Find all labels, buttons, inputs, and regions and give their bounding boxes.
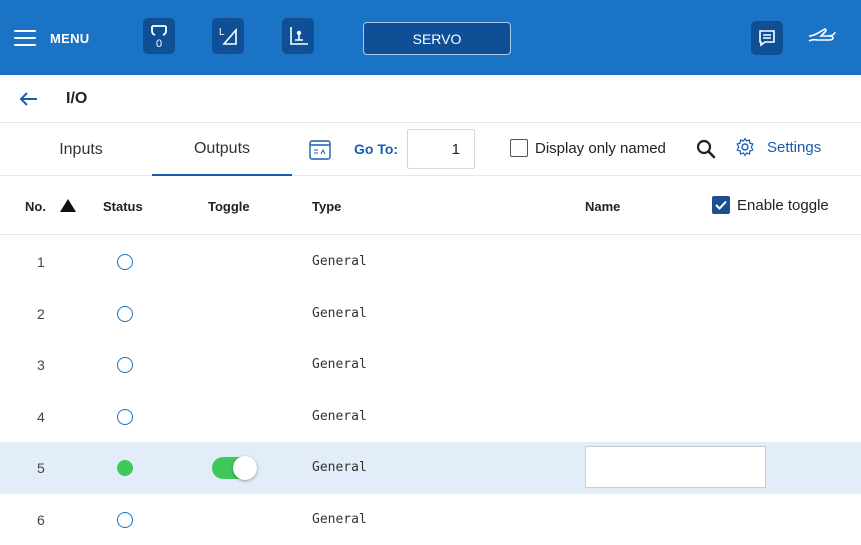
goto-label: Go To: <box>354 141 398 157</box>
page-title: I/O <box>66 90 87 108</box>
menu-button[interactable]: MENU <box>14 22 89 54</box>
table-row[interactable]: 4 General <box>0 391 861 443</box>
row-type: General <box>312 254 367 269</box>
status-indicator-off <box>117 357 133 373</box>
display-only-named-box[interactable] <box>510 139 528 157</box>
settings-label: Settings <box>767 139 821 156</box>
row-type: General <box>312 512 367 527</box>
table-header: No. Status Toggle Type Name Enable toggl… <box>0 177 861 235</box>
column-header-type: Type <box>312 199 341 214</box>
breadcrumb: I/O <box>0 75 861 123</box>
table-row[interactable]: 6 General <box>0 494 861 545</box>
toggle-knob[interactable] <box>233 456 257 480</box>
io-toolbar: Inputs Outputs Go To: Display only named… <box>0 124 861 176</box>
checkmark-icon <box>715 200 727 210</box>
row-number: 1 <box>37 254 45 270</box>
back-arrow-icon[interactable] <box>20 89 42 109</box>
tab-outputs[interactable]: Outputs <box>152 124 292 176</box>
output-toggle-switch[interactable] <box>212 457 257 479</box>
row-number: 5 <box>37 460 45 476</box>
frame-icon-label: L <box>219 27 225 38</box>
gripper-badge: 0 <box>156 38 162 50</box>
top-bar: MENU 0 L SERVO <box>0 0 861 75</box>
goto-input[interactable] <box>407 129 475 169</box>
enable-toggle-checkbox[interactable]: Enable toggle <box>712 196 829 214</box>
coordinate-button[interactable] <box>282 18 314 54</box>
display-only-named-checkbox[interactable]: Display only named <box>510 139 666 157</box>
column-header-status: Status <box>103 199 143 214</box>
enable-toggle-label: Enable toggle <box>737 197 829 214</box>
outputs-table-body: 1 General 2 General 3 General 4 General … <box>0 236 861 545</box>
status-indicator-off <box>117 409 133 425</box>
column-header-name: Name <box>585 199 620 214</box>
status-indicator-off <box>117 512 133 528</box>
column-header-toggle: Toggle <box>208 199 250 214</box>
tab-inputs[interactable]: Inputs <box>24 124 138 176</box>
table-row[interactable]: 3 General <box>0 339 861 391</box>
frame-button[interactable]: L <box>212 18 244 54</box>
column-header-no-label: No. <box>25 199 46 214</box>
status-indicator-off <box>117 306 133 322</box>
row-number: 3 <box>37 357 45 373</box>
row-type: General <box>312 460 367 475</box>
search-icon[interactable] <box>695 138 717 160</box>
row-type: General <box>312 357 367 372</box>
gear-icon <box>735 137 755 157</box>
table-row[interactable]: 1 General <box>0 236 861 288</box>
coordinate-icon <box>286 24 310 48</box>
hand-icon <box>807 27 837 49</box>
gripper-icon: 0 <box>148 22 170 50</box>
enable-toggle-box[interactable] <box>712 196 730 214</box>
row-number: 6 <box>37 512 45 528</box>
hand-button[interactable] <box>806 21 838 55</box>
table-row[interactable]: 2 General <box>0 288 861 340</box>
settings-button[interactable]: Settings <box>735 137 821 157</box>
sort-ascending-icon[interactable] <box>60 199 76 212</box>
display-only-named-label: Display only named <box>535 140 666 157</box>
hamburger-icon <box>14 30 36 46</box>
frame-icon: L <box>216 24 240 48</box>
status-indicator-off <box>117 254 133 270</box>
row-type: General <box>312 409 367 424</box>
message-button[interactable] <box>751 21 783 55</box>
menu-label: MENU <box>50 31 89 46</box>
row-number: 4 <box>37 409 45 425</box>
servo-button[interactable]: SERVO <box>363 22 511 55</box>
row-number: 2 <box>37 306 45 322</box>
table-row-selected[interactable]: 5 General <box>0 442 861 494</box>
status-indicator-on <box>117 460 133 476</box>
message-icon <box>757 28 777 48</box>
row-type: General <box>312 306 367 321</box>
name-input[interactable] <box>585 446 766 488</box>
gripper-button[interactable]: 0 <box>143 18 175 54</box>
column-header-no[interactable]: No. <box>25 199 76 214</box>
goto-icon[interactable] <box>309 140 331 160</box>
